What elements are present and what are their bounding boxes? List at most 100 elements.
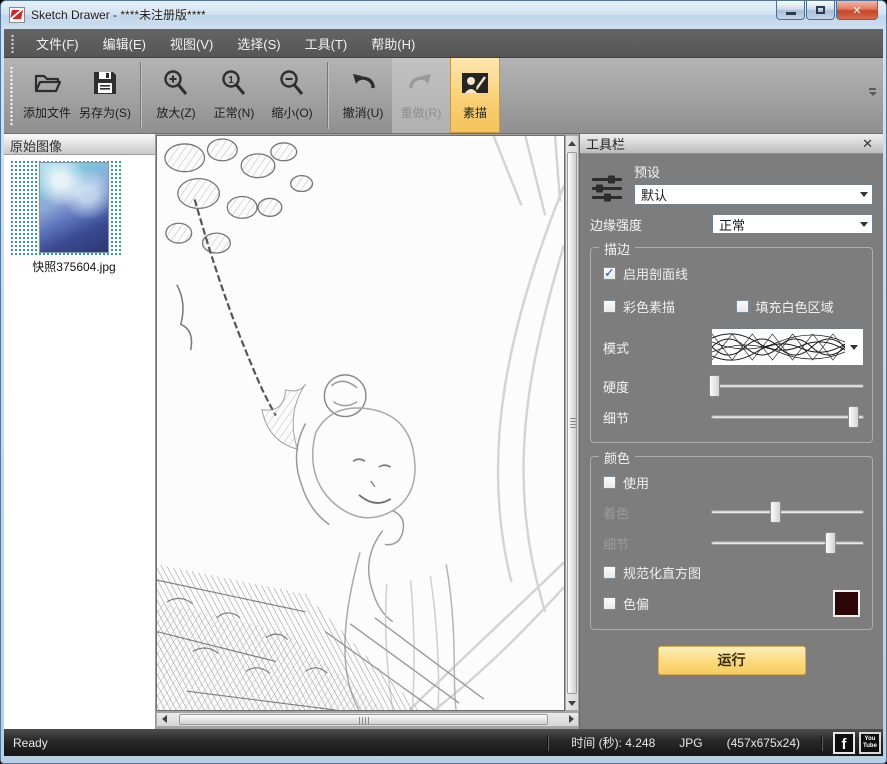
scroll-right-button[interactable] — [565, 713, 577, 725]
status-bar: Ready 时间 (秒): 4.248 JPG (457x675x24) f Y… — [4, 729, 883, 756]
enable-hatching-checkbox-row[interactable]: 启用剖面线 — [603, 264, 864, 283]
stroke-detail-slider[interactable] — [711, 406, 864, 428]
horizontal-scroll-thumb[interactable] — [179, 714, 548, 725]
zoom-in-icon — [159, 66, 193, 100]
horizontal-scrollbar[interactable] — [156, 712, 579, 727]
hardness-label: 硬度 — [603, 377, 711, 396]
color-group-title: 颜色 — [599, 448, 635, 467]
undo-button[interactable]: 撤消(U) — [334, 58, 392, 133]
normalize-histogram-checkbox-row[interactable]: 规范化直方图 — [603, 563, 864, 582]
thumbnail-selected[interactable] — [10, 160, 123, 255]
edge-strength-dropdown[interactable]: 正常 — [712, 214, 873, 234]
use-color-checkbox[interactable] — [603, 476, 616, 489]
color-cast-checkbox[interactable] — [603, 597, 616, 610]
zoom-normal-label: 正常(N) — [214, 104, 255, 121]
menu-item-help[interactable]: 帮助(H) — [361, 30, 425, 57]
chevron-down-icon — [869, 92, 877, 96]
redo-label: 重做(R) — [401, 104, 442, 121]
arrow-right-icon — [569, 715, 574, 723]
sketch-button[interactable]: 素描 — [450, 58, 500, 133]
svg-text:1: 1 — [228, 75, 234, 86]
normalize-histogram-checkbox[interactable] — [603, 566, 616, 579]
save-as-button[interactable]: 另存为(S) — [76, 58, 134, 133]
toolbar-overflow-button[interactable] — [868, 88, 877, 102]
panel-close-button[interactable]: ✕ — [858, 136, 877, 152]
zoom-normal-icon: 1 — [217, 66, 251, 100]
color-sketch-checkbox[interactable] — [603, 300, 616, 313]
close-button[interactable]: ✕ — [836, 1, 878, 20]
chevron-down-icon — [860, 192, 868, 197]
overflow-bar — [869, 88, 876, 90]
scroll-left-button[interactable] — [158, 713, 170, 725]
menu-item-tools[interactable]: 工具(T) — [295, 30, 358, 57]
preset-sliders-icon — [590, 162, 624, 205]
color-group: 颜色 使用 着色 细节 — [590, 456, 873, 630]
menu-item-select[interactable]: 选择(S) — [227, 30, 290, 57]
vertical-scroll-thumb[interactable] — [567, 152, 577, 694]
arrow-up-icon — [568, 141, 576, 146]
zoom-normal-button[interactable]: 1 正常(N) — [205, 58, 263, 133]
add-file-button[interactable]: 添加文件 — [18, 58, 76, 133]
toolbar-separator — [327, 62, 328, 129]
folder-icon — [30, 66, 64, 100]
zoom-in-button[interactable]: 放大(Z) — [147, 58, 205, 133]
menu-item-view[interactable]: 视图(V) — [160, 30, 223, 57]
color-detail-slider — [711, 532, 864, 554]
preset-value: 默认 — [641, 185, 667, 204]
main-area: 原始图像 快照375604.jpg — [4, 134, 883, 729]
edge-strength-value: 正常 — [719, 215, 745, 234]
zoom-out-button[interactable]: 缩小(O) — [263, 58, 321, 133]
scroll-up-button[interactable] — [566, 137, 578, 149]
vertical-scrollbar[interactable] — [565, 135, 579, 711]
fill-white-checkbox-row[interactable]: 填充白色区域 — [736, 297, 865, 316]
color-cast-checkbox-row[interactable]: 色偏 — [603, 594, 649, 613]
facebook-icon[interactable]: f — [833, 732, 855, 754]
original-image-panel: 原始图像 快照375604.jpg — [4, 134, 156, 729]
slider-thumb[interactable] — [848, 406, 859, 428]
menu-grip — [11, 34, 14, 53]
scroll-grip — [359, 717, 369, 724]
maximize-button[interactable] — [806, 1, 835, 20]
arrow-left-icon — [162, 715, 167, 723]
youtube-icon[interactable]: You Tube — [859, 732, 881, 754]
slider-thumb[interactable] — [709, 375, 720, 397]
zoom-in-label: 放大(Z) — [156, 104, 195, 121]
minimize-button[interactable] — [776, 1, 805, 20]
sketch-drawing — [157, 136, 564, 710]
maximize-icon — [816, 6, 825, 14]
color-detail-label: 细节 — [603, 534, 711, 553]
redo-icon — [404, 66, 438, 100]
status-time: 时间 (秒): 4.248 — [559, 734, 667, 751]
hardness-slider[interactable] — [711, 375, 864, 397]
canvas-zone — [156, 134, 579, 729]
thumbnail-image — [39, 162, 109, 253]
normalize-histogram-label: 规范化直方图 — [623, 563, 701, 582]
zoom-out-icon — [275, 66, 309, 100]
color-sketch-checkbox-row[interactable]: 彩色素描 — [603, 297, 732, 316]
tint-slider — [711, 501, 864, 523]
save-icon — [88, 66, 122, 100]
preset-dropdown[interactable]: 默认 — [634, 184, 873, 205]
run-button[interactable]: 运行 — [658, 646, 806, 675]
hatch-pattern-dropdown[interactable] — [711, 328, 864, 366]
menu-item-edit[interactable]: 编辑(E) — [93, 30, 156, 57]
sketch-preview[interactable] — [156, 135, 565, 711]
use-color-checkbox-row[interactable]: 使用 — [603, 473, 864, 492]
enable-hatching-checkbox[interactable] — [603, 267, 616, 280]
fill-white-checkbox[interactable] — [736, 300, 749, 313]
hatch-pattern-preview — [712, 330, 845, 364]
color-cast-swatch[interactable] — [833, 590, 860, 617]
menu-item-file[interactable]: 文件(F) — [26, 30, 89, 57]
mode-label: 模式 — [603, 338, 711, 357]
status-separator — [822, 735, 823, 751]
scroll-down-button[interactable] — [566, 697, 578, 709]
preset-label: 预设 — [634, 162, 873, 181]
status-format: JPG — [667, 736, 714, 750]
status-dimensions: (457x675x24) — [715, 736, 812, 750]
toolbar-grip — [10, 66, 13, 126]
sketch-icon — [458, 66, 492, 100]
slider-track — [711, 384, 864, 388]
zoom-out-label: 缩小(O) — [271, 104, 312, 121]
minimize-icon — [786, 12, 796, 15]
slider-track — [711, 541, 864, 545]
